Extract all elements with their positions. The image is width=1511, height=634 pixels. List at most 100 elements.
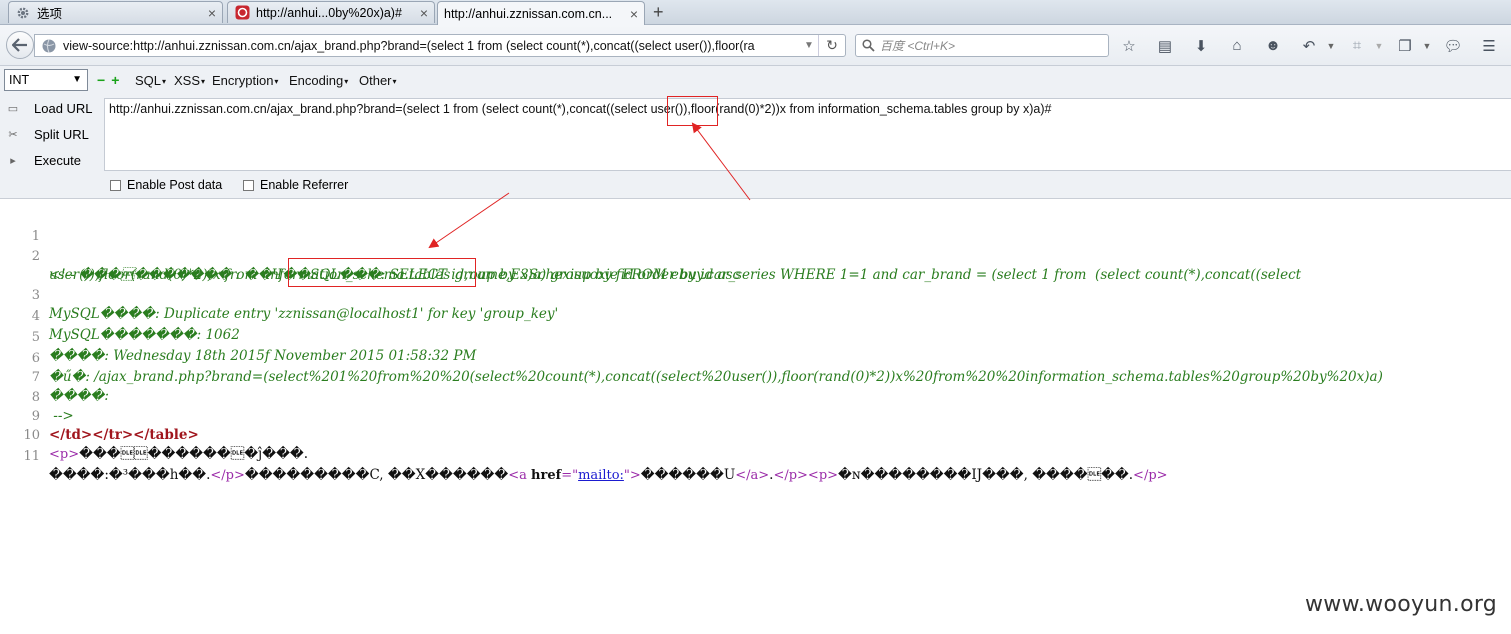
home-icon[interactable]: ⌂ [1226,35,1248,57]
type-select-value: INT [9,73,30,87]
split-url-button[interactable]: ✂ Split URL [6,127,89,142]
a-tag: </a> [735,468,770,483]
hackbar-stepper: − + [97,72,119,88]
enable-referrer-checkbox[interactable]: Enable Referrer [243,178,348,192]
line-number: 11 [23,449,40,464]
new-tab-button[interactable]: + [653,2,664,22]
comment-text: ����: [49,388,109,404]
load-url-icon: ▭ [7,103,19,115]
menu-sql[interactable]: SQL▾ [135,73,166,88]
url-text[interactable]: view-source:http://anhui.zznissan.com.cn… [63,39,800,53]
tab-page-1[interactable]: http://anhui...0by%20x)a)# × [227,1,435,23]
attr-quote: =" [561,468,579,483]
tab-label: http://anhui.zznissan.com.cn... [444,6,613,21]
split-url-label: Split URL [34,127,89,142]
tab-page-2[interactable]: http://anhui.zznissan.com.cn... × [437,1,645,25]
source-line: 5 ����: Wednesday 18th 2015f November 20… [0,309,477,364]
garbled-text: ������U [640,467,736,483]
plus-icon[interactable]: + [111,72,119,88]
close-icon[interactable]: × [208,5,216,21]
source-line: 3 MySQL����: Duplicate entry 'zznissan@l… [0,267,558,322]
type-select[interactable]: INT ▼ [4,69,88,91]
source-line: 9 </td></tr></table> [0,388,199,443]
gear-icon [15,5,31,21]
search-bar[interactable]: 百度 <Ctrl+K> [855,34,1109,57]
load-url-label: Load URL [34,101,93,116]
tab-label: 选项 [37,7,63,21]
source-line-wrap: user()),floor(rand(0)*2))x from informat… [0,247,740,283]
enable-post-label: Enable Post data [127,178,223,192]
p-tag: </p><p> [773,468,839,483]
source-line: 2 <!-- ���������� : ��Ч��SQL���: SELECT… [0,228,1301,283]
tab-options[interactable]: 选项 × [8,1,223,23]
hackbar-toolbar: INT ▼ − + SQL▾ XSS▾ Encryption▾ Encoding… [0,66,1511,96]
p-tag: <p> [49,447,80,462]
bookmarks-list-icon[interactable]: ▤ [1154,35,1176,57]
a-tag: <a [508,468,532,483]
garbled-text: ����������ĵ���. [79,446,309,462]
load-url-button[interactable]: ▭ Load URL [6,101,93,116]
source-line: 7 ����: [0,349,109,404]
source-line: 4 MySQL�������: 1062 [0,288,240,343]
comment-icon[interactable]: 💬︎ [1442,35,1464,57]
tab-label: http://anhui...0by%20x)a)# [256,5,402,20]
menu-encryption[interactable]: Encryption▾ [212,73,278,88]
window-icon[interactable]: ❐ [1394,35,1416,57]
undo-icon[interactable]: ↶ [1298,35,1320,57]
reload-icon[interactable]: ↻ [818,35,845,56]
tab-strip: 选项 × http://anhui...0by%20x)a)# × http:/… [0,0,1511,25]
mailto-link[interactable]: mailto: [578,468,624,483]
garbled-text: ����:�³���h��. [49,467,211,483]
chat-icon[interactable]: ☻ [1262,35,1284,57]
close-icon[interactable]: × [630,6,638,22]
annotation-box-user [667,96,718,126]
p-tag: </p> [210,468,245,483]
dropdown-icon[interactable]: ▼ [800,40,818,51]
checkbox-box[interactable] [110,179,121,191]
comment-text: MySQL�������: 1062 [49,327,240,343]
chevron-down-icon[interactable]: ▼ [1326,35,1336,57]
hackbar-url-textarea[interactable]: http://anhui.zznissan.com.cn/ajax_brand.… [104,98,1511,171]
comment-text: MySQL����: Duplicate entry 'zznissan@loc… [49,306,559,322]
source-line: 8 --> [0,369,74,424]
source-line: 11 ����:�³���h��.</p>���������C, ��X����… [0,428,1167,483]
comment-text: --> [49,408,74,424]
p-tag: </p> [1133,468,1168,483]
menu-xss[interactable]: XSS▾ [174,73,205,88]
checkbox-box[interactable] [243,179,254,191]
source-line: 1 [0,208,40,244]
back-arrow-icon [12,38,27,52]
source-line: 10 <p>����������ĵ���. [0,407,308,462]
source-view: 1 2 <!-- ���������� : ��Ч��SQL���: SELE… [0,208,1511,628]
page-icon [234,5,250,21]
html-tag-text: </td></tr></table> [49,427,199,443]
nav-bar: view-source:http://anhui.zznissan.com.cn… [0,25,1511,66]
crop-icon[interactable]: ⌗ [1346,35,1368,57]
chevron-down-icon[interactable]: ▼ [1422,35,1432,57]
globe-icon [41,38,57,54]
hackbar-panel: ▭ Load URL ✂ Split URL ▸ Execute http://… [0,96,1511,199]
close-icon[interactable]: × [420,5,428,21]
menu-other[interactable]: Other▾ [359,73,397,88]
chevron-down-icon[interactable]: ▼ [1374,35,1384,57]
scissors-icon: ✂ [8,129,18,141]
toolbar-icons: ☆ ▤ ⬇ ⌂ ☻ ↶ ▼ ⌗ ▼ ❐ ▼ 💬︎ ☰ [1118,34,1500,57]
execute-label: Execute [34,153,81,168]
bookmark-star-icon[interactable]: ☆ [1118,35,1140,57]
minus-icon[interactable]: − [97,72,105,88]
back-button[interactable] [6,31,34,59]
href-attribute: href [531,468,562,483]
garbled-text: ���������C, ��X������ [244,467,509,483]
url-bar[interactable]: view-source:http://anhui.zznissan.com.cn… [34,34,846,57]
menu-encoding[interactable]: Encoding▾ [289,73,348,88]
chevron-down-icon: ▼ [72,74,82,85]
enable-referrer-label: Enable Referrer [260,178,349,192]
annotation-box-result [288,258,476,287]
download-icon[interactable]: ⬇ [1190,35,1212,57]
search-icon [862,39,875,52]
play-icon: ▸ [10,155,16,167]
execute-button[interactable]: ▸ Execute [6,153,81,168]
menu-icon[interactable]: ☰ [1478,35,1500,57]
enable-post-checkbox[interactable]: Enable Post data [110,178,222,192]
search-placeholder: 百度 <Ctrl+K> [880,39,956,53]
